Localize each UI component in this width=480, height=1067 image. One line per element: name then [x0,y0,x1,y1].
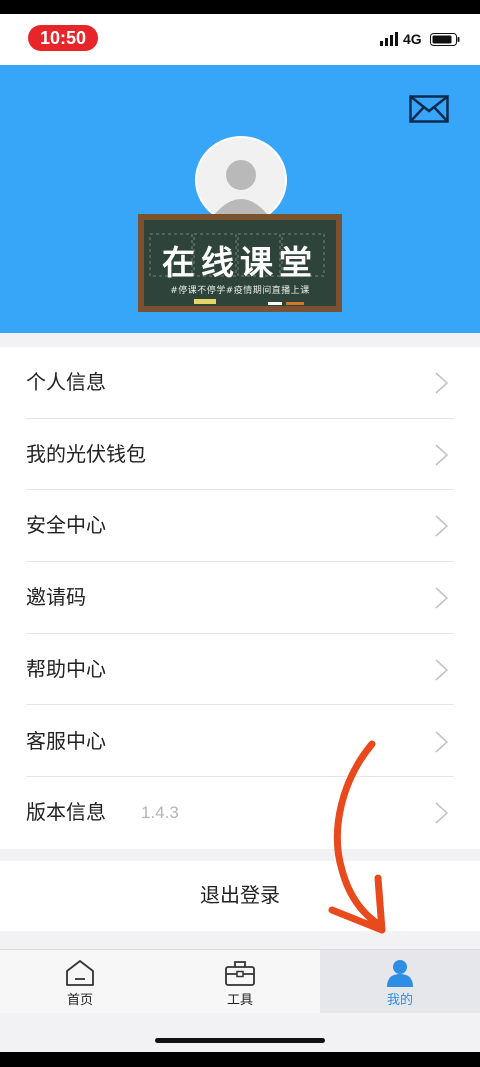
menu-item-invite-code[interactable]: 邀请码 [0,562,480,634]
menu-item-customer-service[interactable]: 客服中心 [0,706,480,778]
chevron-right-icon [435,444,449,466]
menu-item-label: 个人信息 [26,370,106,394]
bottom-safe-area [0,1013,480,1052]
chevron-right-icon [435,802,449,824]
menu-item-label: 邀请码 [26,585,86,610]
profile-header: 在线课堂 #停课不停学#疫情期间直播上课 [0,65,480,333]
device-frame-bottom [0,1052,480,1067]
menu-item-label: 版本信息 [26,800,106,825]
tab-mine[interactable]: 我的 [320,950,480,1014]
chevron-right-icon [435,372,449,394]
chevron-right-icon [435,587,449,609]
device-frame-top [0,0,480,14]
menu-item-personal-info[interactable]: 个人信息 [0,347,480,419]
menu-item-label: 我的光伏钱包 [26,441,146,466]
menu-item-version[interactable]: 版本信息 1.4.3 [0,777,480,849]
home-icon [66,960,94,986]
menu-item-label: 安全中心 [26,513,106,538]
banner-subtitle: #停课不停学#疫情期间直播上课 [170,286,310,296]
chevron-right-icon [435,515,449,537]
toolbox-icon [225,961,255,986]
mail-icon[interactable] [409,95,449,123]
settings-menu: 个人信息 我的光伏钱包 安全中心 邀请码 帮助中心 客服中心 版本信息 1.4.… [0,347,480,849]
chevron-right-icon [435,659,449,681]
version-number: 1.4.3 [141,803,179,823]
menu-item-label: 客服中心 [26,728,106,753]
tab-label: 首页 [66,993,93,1008]
chevron-right-icon [435,730,449,753]
tab-label: 工具 [226,993,253,1008]
banner-title: 在线课堂 [162,243,318,282]
status-time: 10:50 [28,25,98,51]
menu-item-security[interactable]: 安全中心 [0,490,480,563]
tab-home[interactable]: 首页 [0,950,160,1014]
status-bar: 10:50 4G [0,14,480,65]
menu-item-label: 帮助中心 [26,656,106,681]
logout-button[interactable]: 退出登录 [0,861,480,931]
tab-bar: 首页 工具 我的 [0,949,480,1014]
tab-label: 我的 [386,993,413,1008]
avatar[interactable] [194,135,288,225]
battery-icon [430,33,460,46]
menu-item-wallet[interactable]: 我的光伏钱包 [0,419,480,491]
tab-tools[interactable]: 工具 [160,950,320,1014]
signal-icon [380,32,398,46]
profile-icon [387,960,413,987]
menu-item-help[interactable]: 帮助中心 [0,634,480,706]
network-type: 4G [403,31,422,47]
home-indicator[interactable] [155,1038,325,1043]
online-class-banner: 在线课堂 #停课不停学#疫情期间直播上课 [138,214,342,312]
